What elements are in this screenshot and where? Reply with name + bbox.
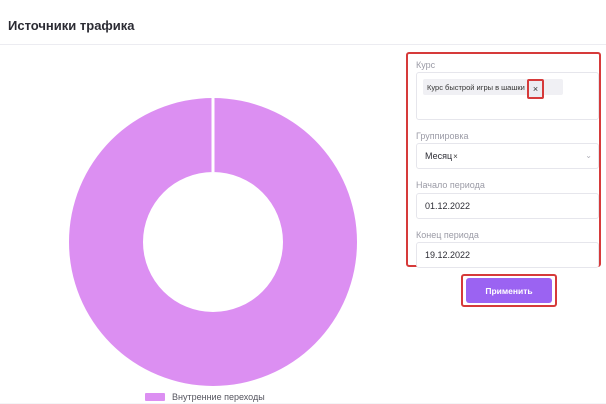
grouping-value: Месяц× [425,151,458,161]
start-date-value: 01.12.2022 [425,201,471,211]
chip-remove-button[interactable]: × [527,79,544,99]
close-icon: × [532,84,539,94]
legend-swatch [145,393,165,401]
course-multiselect[interactable]: Курс быстрой игры в шашки [416,72,599,120]
page: Источники трафика Внутренние переходы Ку… [0,0,606,403]
end-date-value: 19.12.2022 [425,250,471,260]
start-date-input[interactable]: 01.12.2022 [416,193,599,219]
legend-label: Внутренние переходы [172,392,265,402]
course-label: Курс [416,60,436,70]
grouping-select[interactable]: Месяц× ⌄ [416,143,599,169]
start-date-label: Начало периода [416,180,485,190]
grouping-value-text: Месяц [425,151,453,161]
end-date-input[interactable]: 19.12.2022 [416,242,599,268]
page-title: Источники трафика [8,18,135,33]
chevron-down-icon[interactable]: ⌄ [585,151,592,160]
donut-chart [69,98,357,386]
end-date-label: Конец периода [416,230,479,240]
page-header: Источники трафика [0,0,606,45]
chart-legend: Внутренние переходы [145,390,265,404]
grouping-label: Группировка [416,131,469,141]
course-chip-text: Курс быстрой игры в шашки [427,82,525,92]
clear-icon[interactable]: × [453,152,458,161]
chart-panel [6,56,407,403]
apply-button[interactable]: Применить [466,278,552,303]
donut-slice[interactable] [69,98,357,386]
